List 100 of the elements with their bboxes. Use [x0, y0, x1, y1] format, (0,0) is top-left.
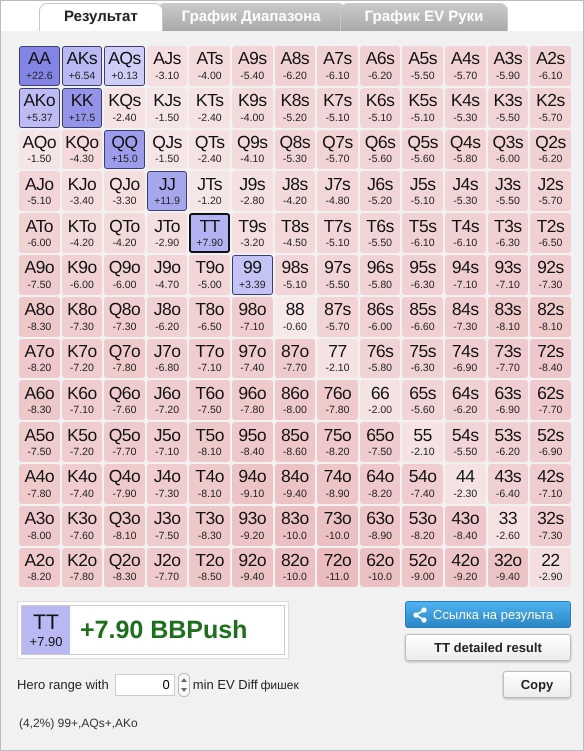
hand-cell[interactable]: T7s -5.10 — [317, 213, 358, 253]
hand-cell[interactable]: 63o -8.90 — [360, 506, 400, 546]
hand-cell[interactable]: Q6s -5.60 — [360, 130, 400, 170]
hand-cell[interactable]: AQs +0.13 — [104, 46, 145, 86]
hand-cell[interactable]: Q6o -7.60 — [104, 380, 145, 420]
hand-cell[interactable]: Q3o -8.10 — [104, 506, 145, 546]
hand-cell[interactable]: ATs -4.00 — [189, 46, 230, 86]
hand-cell[interactable]: 72s -8.40 — [530, 338, 571, 378]
hand-cell[interactable]: 63s -6.90 — [488, 380, 528, 420]
hand-cell[interactable]: 52o -9.00 — [402, 548, 443, 588]
hand-cell[interactable]: 74s -6.90 — [444, 338, 486, 378]
hand-cell[interactable]: 95o -8.40 — [232, 422, 273, 462]
hand-cell[interactable]: K8o -7.30 — [62, 296, 102, 337]
hand-cell[interactable]: T6s -5.50 — [360, 213, 400, 253]
hand-cell[interactable]: 43o -8.40 — [444, 506, 486, 546]
hand-cell[interactable]: A7s -6.10 — [317, 46, 358, 86]
hand-cell[interactable]: K2o -7.80 — [62, 548, 102, 588]
hand-cell[interactable]: J4s -5.30 — [444, 171, 486, 212]
hand-cell[interactable]: K4o -7.40 — [62, 464, 102, 504]
hand-cell[interactable]: 84o -9.40 — [274, 464, 316, 504]
hand-cell[interactable]: Q9s -4.10 — [232, 130, 273, 170]
hand-cell[interactable]: 94o -9.10 — [232, 464, 273, 504]
hand-cell[interactable]: J3o -7.50 — [146, 506, 188, 546]
detailed-result-button[interactable]: TT detailed result — [405, 634, 571, 662]
hand-cell[interactable]: Q5s -5.60 — [402, 130, 443, 170]
tab[interactable]: Результат — [39, 3, 163, 31]
hand-cell[interactable]: 82o -10.0 — [274, 548, 316, 588]
hand-cell[interactable]: T3s -6.30 — [488, 213, 528, 253]
hand-cell[interactable]: Q7o -7.80 — [104, 338, 145, 378]
hand-cell[interactable]: KJs -1.50 — [146, 88, 188, 128]
hand-cell[interactable]: TT +7.90 — [189, 213, 230, 253]
hand-cell[interactable]: 76o -7.80 — [317, 380, 358, 420]
hand-cell[interactable]: T5o -8.10 — [189, 422, 230, 462]
hand-cell[interactable]: KJo -3.40 — [62, 171, 102, 212]
hand-cell[interactable]: 87o -7.70 — [274, 338, 316, 378]
hand-cell[interactable]: K7s -5.10 — [317, 88, 358, 128]
hand-cell[interactable]: T3o -8.30 — [189, 506, 230, 546]
hand-cell[interactable]: QTs -2.40 — [189, 130, 230, 170]
hand-cell[interactable]: 62o -10.0 — [360, 548, 400, 588]
hand-cell[interactable]: 33 -2.60 — [488, 506, 528, 546]
hand-cell[interactable]: AKs +6.54 — [62, 46, 102, 86]
hand-cell[interactable]: A2s -6.10 — [530, 46, 571, 86]
hand-cell[interactable]: K2s -5.70 — [530, 88, 571, 128]
hand-cell[interactable]: K9o -6.00 — [62, 254, 102, 295]
hand-cell[interactable]: T5s -6.10 — [402, 213, 443, 253]
hand-cell[interactable]: 53s -6.20 — [488, 422, 528, 462]
hand-cell[interactable]: 83o -10.0 — [274, 506, 316, 546]
hand-cell[interactable]: QQ +15.0 — [104, 130, 145, 170]
hand-cell[interactable]: J4o -7.30 — [146, 464, 188, 504]
hand-cell[interactable]: Q8s -5.30 — [274, 130, 316, 170]
hand-cell[interactable]: A2o -8.20 — [19, 548, 60, 588]
hand-cell[interactable]: J8o -6.20 — [146, 296, 188, 337]
hand-cell[interactable]: K7o -7.20 — [62, 338, 102, 378]
hand-cell[interactable]: 66 -2.00 — [360, 380, 400, 420]
hand-cell[interactable]: 93s -7.10 — [488, 254, 528, 295]
hand-cell[interactable]: Q8o -7.30 — [104, 296, 145, 337]
hand-cell[interactable]: 42s -7.10 — [530, 464, 571, 504]
hand-cell[interactable]: A4o -7.80 — [19, 464, 60, 504]
hand-cell[interactable]: 75s -6.30 — [402, 338, 443, 378]
min-ev-input[interactable]: 0 — [114, 674, 175, 696]
hand-cell[interactable]: AKo +5.37 — [19, 88, 60, 128]
hand-cell[interactable]: K3o -7.60 — [62, 506, 102, 546]
hand-cell[interactable]: 76s -5.80 — [360, 338, 400, 378]
hand-cell[interactable]: A3o -8.00 — [19, 506, 60, 546]
hand-cell[interactable]: 53o -8.20 — [402, 506, 443, 546]
hand-cell[interactable]: KQo -4.30 — [62, 130, 102, 170]
hand-cell[interactable]: J3s -5.50 — [488, 171, 528, 212]
hand-cell[interactable]: T9o -5.00 — [189, 254, 230, 295]
hand-cell[interactable]: JJ +11.9 — [146, 171, 188, 212]
hand-cell[interactable]: 85o -8.60 — [274, 422, 316, 462]
hand-cell[interactable]: 55 -2.10 — [402, 422, 443, 462]
hand-cell[interactable]: J2s -5.70 — [530, 171, 571, 212]
hand-cell[interactable]: JTo -2.90 — [146, 213, 188, 253]
hand-cell[interactable]: KQs -2.40 — [104, 88, 145, 128]
hand-cell[interactable]: A4s -5.70 — [444, 46, 486, 86]
hand-cell[interactable]: 96o -7.80 — [232, 380, 273, 420]
hand-cell[interactable]: Q9o -6.00 — [104, 254, 145, 295]
hand-cell[interactable]: 77 -2.10 — [317, 338, 358, 378]
hand-cell[interactable]: A9s -5.40 — [232, 46, 273, 86]
hand-cell[interactable]: Q7s -5.70 — [317, 130, 358, 170]
hand-cell[interactable]: Q2s -6.20 — [530, 130, 571, 170]
hand-cell[interactable]: K5o -7.20 — [62, 422, 102, 462]
hand-cell[interactable]: K3s -5.50 — [488, 88, 528, 128]
hand-cell[interactable]: Q4s -5.80 — [444, 130, 486, 170]
hand-cell[interactable]: 96s -5.80 — [360, 254, 400, 295]
hand-cell[interactable]: KTo -4.20 — [62, 213, 102, 253]
hand-cell[interactable]: 44 -2.30 — [444, 464, 486, 504]
hand-cell[interactable]: 92s -7.30 — [530, 254, 571, 295]
hand-cell[interactable]: A5s -5.50 — [402, 46, 443, 86]
hand-cell[interactable]: 98o -7.10 — [232, 296, 273, 337]
hand-cell[interactable]: 73o -10.0 — [317, 506, 358, 546]
hand-cell[interactable]: KTs -2.40 — [189, 88, 230, 128]
hand-cell[interactable]: 43s -6.40 — [488, 464, 528, 504]
hand-cell[interactable]: 92o -9.40 — [232, 548, 273, 588]
hand-cell[interactable]: 52s -6.90 — [530, 422, 571, 462]
hand-cell[interactable]: 88 -0.60 — [274, 296, 316, 337]
hand-cell[interactable]: 93o -9.20 — [232, 506, 273, 546]
hand-cell[interactable]: 87s -5.70 — [317, 296, 358, 337]
hand-cell[interactable]: A6o -8.30 — [19, 380, 60, 420]
hand-cell[interactable]: 73s -7.70 — [488, 338, 528, 378]
